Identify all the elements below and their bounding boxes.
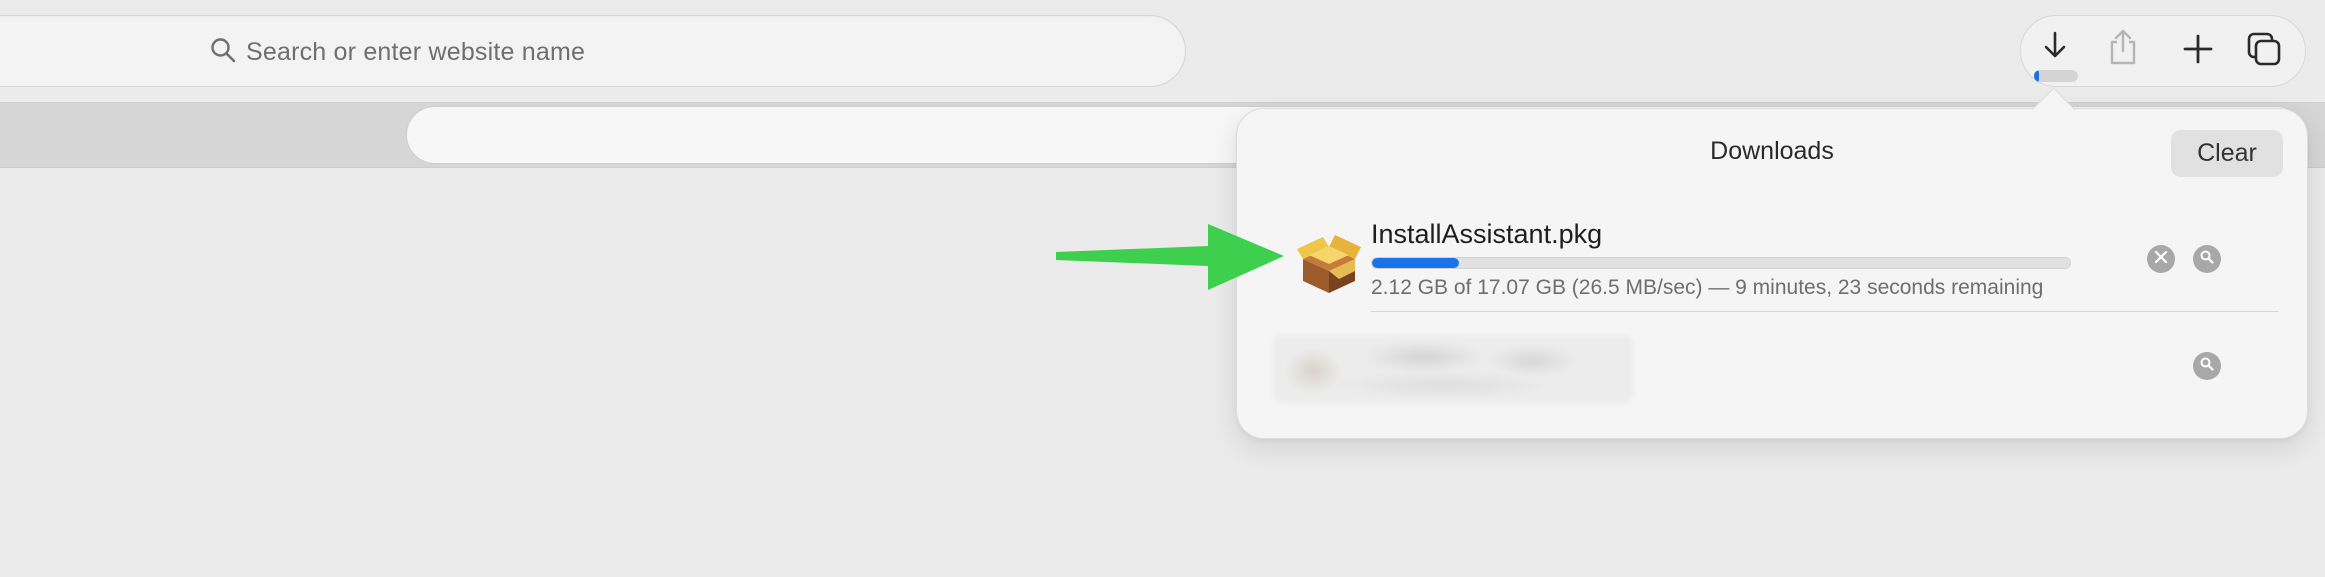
plus-icon [2183,34,2213,69]
address-search[interactable]: Search or enter website name [210,34,585,70]
show-in-finder-button[interactable] [2193,245,2221,273]
blurred-download-item[interactable] [1273,335,1633,403]
magnifier-icon [2199,356,2215,377]
share-button[interactable] [2100,26,2146,72]
search-icon [210,37,236,68]
tab-overview-button[interactable] [2241,28,2287,74]
new-tab-button[interactable] [2175,28,2221,74]
close-icon [2154,250,2168,269]
toolbar-download-progress [2034,70,2078,82]
show-in-finder-button-2[interactable] [2193,352,2221,380]
download-progress-fill [1372,258,1459,268]
search-placeholder: Search or enter website name [246,37,586,66]
download-filename: InstallAssistant.pkg [1371,219,1603,249]
downloads-popover: Downloads Clear InstallAssistant.pkg 2.1… [1236,108,2308,439]
address-bar[interactable] [0,15,1186,87]
item-divider [1371,311,2279,312]
cancel-download-button[interactable] [2147,245,2175,273]
magnifier-icon [2199,249,2215,270]
download-arrow-icon [2040,30,2070,69]
share-icon [2107,28,2139,71]
annotation-arrow-icon [1056,224,1284,290]
popover-title: Downloads [1710,137,1834,165]
tabs-icon [2246,31,2282,72]
download-progress-bar [1371,257,2071,269]
downloads-button[interactable] [2032,26,2078,72]
download-status: 2.12 GB of 17.07 GB (26.5 MB/sec) — 9 mi… [1371,276,2044,299]
clear-button[interactable]: Clear [2171,130,2283,177]
package-icon [1295,229,1363,297]
browser-toolbar: Search or enter website name [0,0,2325,102]
toolbar-download-progress-fill [2034,70,2040,82]
